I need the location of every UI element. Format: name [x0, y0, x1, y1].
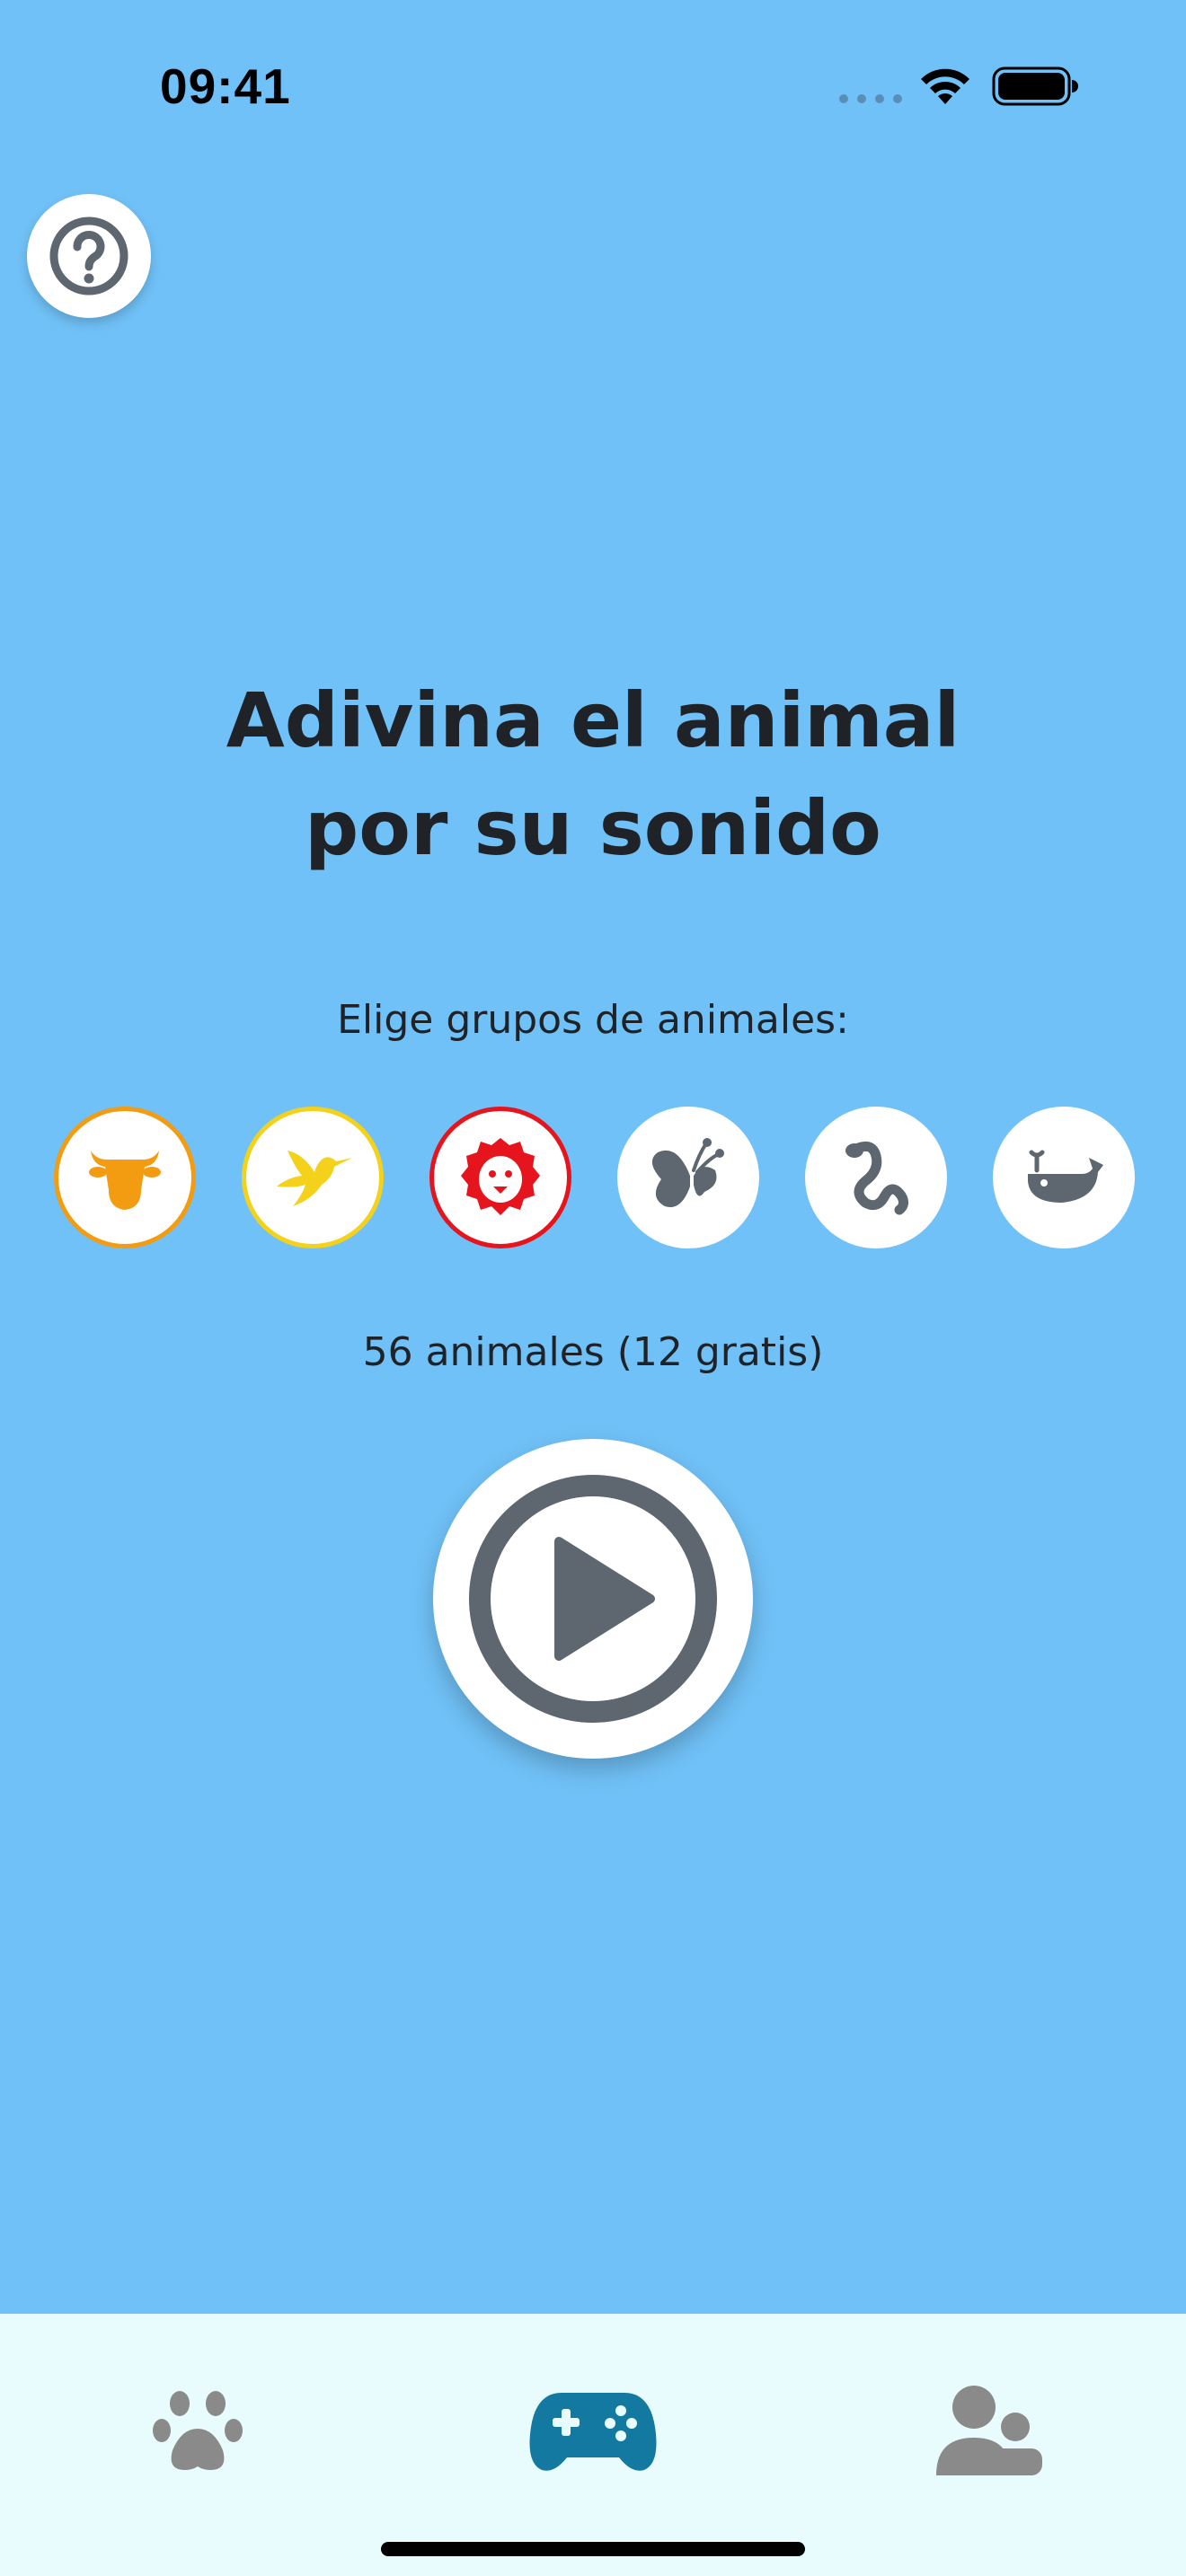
help-button[interactable] — [27, 194, 151, 318]
gamepad-icon — [529, 2393, 657, 2471]
wifi-icon — [921, 68, 969, 104]
animal-count: 56 animales (12 gratis) — [362, 1329, 824, 1375]
bird-icon — [277, 1151, 352, 1206]
home-indicator[interactable] — [381, 2542, 805, 2556]
whale-icon — [1028, 1150, 1103, 1203]
status-time: 09:41 — [160, 58, 291, 114]
cellular-signal-icon — [839, 94, 902, 103]
users-icon — [936, 2386, 1042, 2475]
battery-icon — [992, 66, 1078, 106]
title-line-1: Adivina el animal — [226, 676, 960, 764]
tab-game[interactable] — [503, 2359, 683, 2502]
butterfly-icon — [651, 1138, 724, 1208]
cow-icon — [89, 1151, 161, 1210]
play-button[interactable] — [433, 1439, 753, 1759]
group-wild-button[interactable] — [429, 1107, 571, 1248]
paw-icon — [153, 2391, 243, 2470]
snake-icon — [845, 1141, 909, 1215]
tab-bar — [0, 2314, 1186, 2576]
play-circle-icon — [469, 1475, 717, 1723]
group-insects-button[interactable] — [617, 1107, 759, 1248]
animal-groups — [54, 1107, 1135, 1248]
lion-icon — [461, 1138, 540, 1215]
title-line-2: por su sonido — [305, 784, 881, 872]
group-farm-button[interactable] — [54, 1107, 196, 1248]
group-reptiles-button[interactable] — [805, 1107, 947, 1248]
group-birds-button[interactable] — [242, 1107, 384, 1248]
group-sea-button[interactable] — [993, 1107, 1135, 1248]
page-title: Adivina el animal por su sonido — [144, 666, 1042, 882]
status-bar: 09:41 — [0, 0, 1186, 171]
tab-profile[interactable] — [898, 2359, 1078, 2502]
question-circle-icon — [49, 216, 128, 296]
tab-animals[interactable] — [108, 2359, 288, 2502]
groups-prompt: Elige grupos de animales: — [337, 997, 849, 1043]
